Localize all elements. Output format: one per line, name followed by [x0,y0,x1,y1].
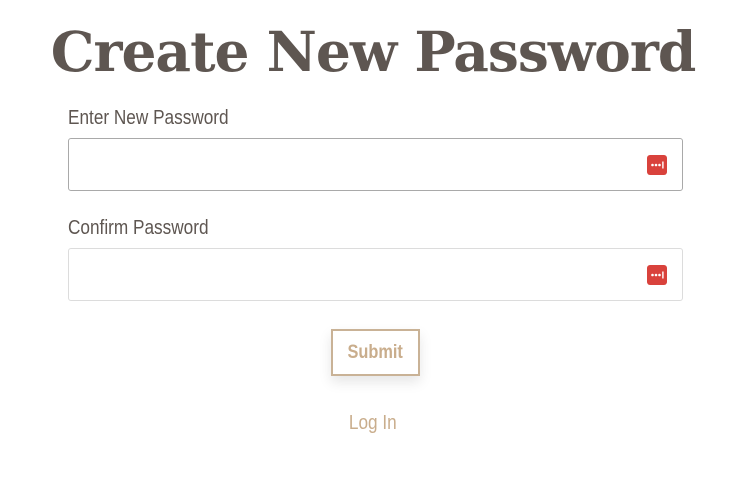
new-password-label: Enter New Password [68,107,229,129]
new-password-input[interactable] [69,139,629,190]
submit-button-label: Submit [347,341,404,363]
page-title: Create New Password [50,19,697,84]
login-link[interactable]: Log In [349,410,397,436]
password-manager-icon[interactable] [647,155,667,175]
confirm-password-field-container[interactable] [68,248,683,301]
login-link-container: Log In [0,410,746,436]
password-manager-icon[interactable] [647,265,667,285]
submit-button[interactable]: Submit [331,329,420,376]
new-password-field-container[interactable] [68,138,683,191]
confirm-password-input[interactable] [69,249,629,300]
confirm-password-label: Confirm Password [68,217,209,239]
